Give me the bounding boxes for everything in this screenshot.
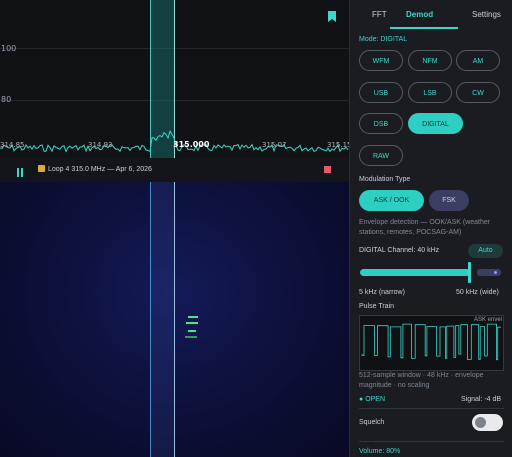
mode-digital-button[interactable]: DIGITAL (408, 113, 463, 134)
signal-burst (188, 330, 196, 332)
spectrum-waterfall-view[interactable]: 100 80 314.85 314.93 315.000 315.07 315.… (0, 0, 349, 457)
divider (359, 408, 504, 409)
center-freq-label: 315.000 (173, 140, 210, 149)
squelch-toggle[interactable] (472, 414, 503, 431)
signal-burst (186, 322, 198, 324)
spectrum-plot[interactable]: 100 80 314.85 314.93 315.000 315.07 315.… (0, 0, 349, 158)
recording-title-text: Loop 4 315.0 MHz — Apr 6, 2026 (48, 166, 152, 173)
spectrum-trace (0, 129, 349, 153)
channel-slider-thumb[interactable] (468, 262, 471, 283)
channel-slider-rest[interactable] (477, 269, 501, 276)
recording-title: Loop 4 315.0 MHz — Apr 6, 2026 (38, 165, 152, 173)
divider (359, 441, 504, 442)
mode-raw-button[interactable]: RAW (359, 145, 403, 166)
waterfall-edge-left (150, 182, 151, 457)
modulation-description: Envelope detection — OOK/ASK (weather st… (359, 219, 491, 236)
tab-fft[interactable]: FFT (372, 10, 387, 19)
mode-am-button[interactable]: AM (456, 50, 500, 71)
y-label-100: 100 (1, 44, 17, 53)
freq-label: 315.07 (262, 141, 287, 149)
auto-button[interactable]: Auto (468, 244, 503, 258)
waterfall-edge-right (174, 182, 175, 457)
tab-bar: FFT Demod Settings (350, 0, 512, 30)
waterfall-channel-band (150, 182, 174, 457)
y-label-80: 80 (1, 95, 12, 104)
tab-settings[interactable]: Settings (472, 10, 501, 19)
mode-dsb-button[interactable]: DSB (359, 113, 403, 134)
channel-max-label: 50 kHz (wide) (456, 289, 499, 296)
modulation-title: Modulation Type (359, 176, 411, 183)
signal-burst (185, 336, 197, 338)
slider-dot (494, 271, 497, 274)
channel-min-label: 5 kHz (narrow) (359, 289, 405, 296)
mode-lsb-button[interactable]: LSB (408, 82, 452, 103)
freq-label: 314.85 (0, 141, 25, 149)
bookmark-icon[interactable] (327, 10, 337, 23)
stop-icon[interactable] (324, 166, 331, 173)
squelch-label: Squelch (359, 419, 385, 426)
pulse-train-title: Pulse Train (359, 303, 395, 310)
freq-label: 315.15 (327, 141, 349, 149)
active-tab-indicator (390, 27, 458, 29)
freq-label: 314.93 (88, 141, 113, 149)
control-panel: FFT Demod Settings Mode: DIGITAL WFM NFM… (349, 0, 512, 457)
status-open: ● OPEN (359, 396, 386, 403)
squelch-toggle-knob (475, 417, 486, 428)
channel-label: DIGITAL Channel: 40 kHz (359, 247, 440, 254)
modulation-ask-ook-button[interactable]: ASK / OOK (359, 190, 424, 211)
status-open-label: OPEN (365, 396, 386, 403)
mode-wfm-button[interactable]: WFM (359, 50, 403, 71)
mode-nfm-button[interactable]: NFM (408, 50, 452, 71)
mode-usb-button[interactable]: USB (359, 82, 403, 103)
pulse-train-caption: 512-sample window · 48 kHz · envelope ma… (359, 372, 484, 389)
tab-demod[interactable]: Demod (406, 10, 433, 19)
pulse-train-trace (361, 323, 501, 361)
mode-cw-button[interactable]: CW (456, 82, 500, 103)
signal-label: Signal: -4 dB (461, 396, 502, 403)
modulation-fsk-button[interactable]: FSK (429, 190, 469, 211)
mode-title: Mode: DIGITAL (359, 36, 408, 43)
pause-icon[interactable] (17, 164, 25, 182)
signal-burst (188, 316, 198, 318)
pulse-train-tag: ASK envel (473, 317, 502, 323)
channel-slider-fill[interactable] (360, 269, 470, 276)
recording-icon (38, 165, 45, 172)
volume-label: Volume: 80% (359, 448, 401, 455)
pulse-train-plot: ASK envel (359, 315, 504, 371)
